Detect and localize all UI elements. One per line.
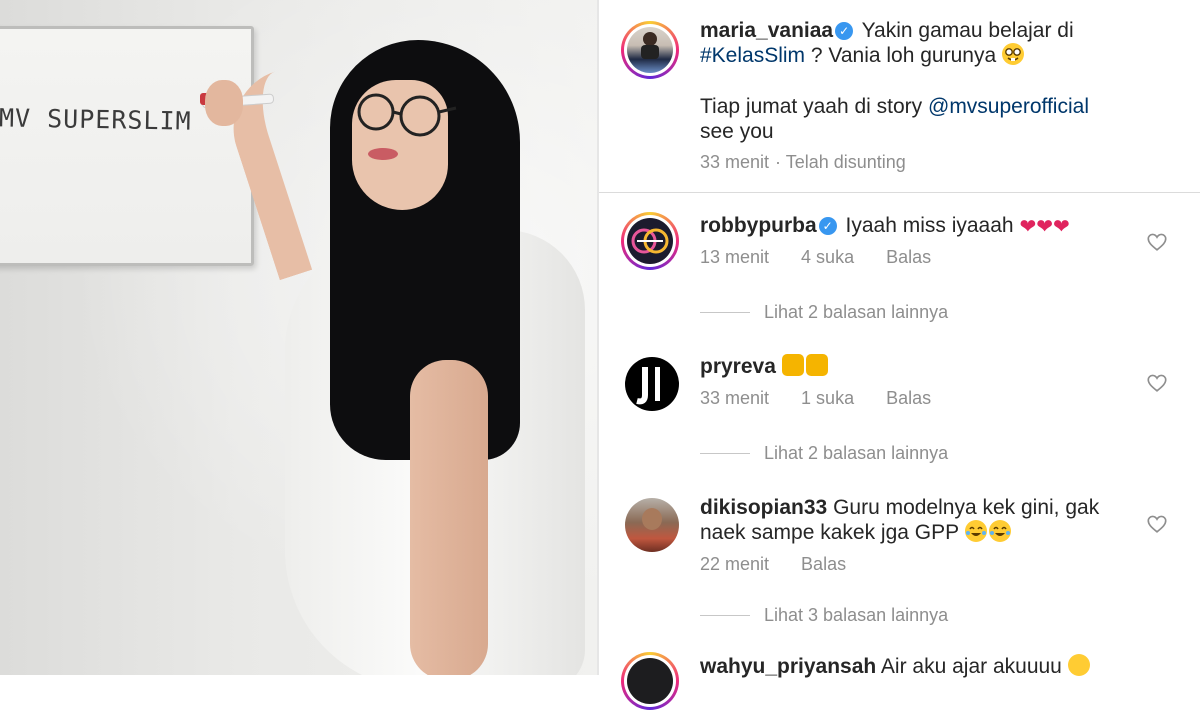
- comment-time[interactable]: 13 menit: [700, 247, 769, 268]
- comment-wahyu-priyansah: wahyu_priyansah Air aku ajar akuuuu: [700, 654, 1130, 679]
- pensive-face-emoji-icon: [1067, 654, 1090, 676]
- lower-arm: [410, 360, 488, 675]
- comment-text: Iyaah miss iyaaah: [845, 214, 1014, 237]
- verified-badge-icon: ✓: [818, 217, 837, 235]
- glasses: [357, 93, 457, 137]
- comment-likes[interactable]: 4 suka: [801, 247, 854, 268]
- replies-line: [700, 312, 750, 313]
- comment-meta: 22 menit Balas: [700, 554, 846, 575]
- replies-line: [700, 615, 750, 616]
- caption-text-3: Tiap jumat yaah di story: [700, 95, 923, 118]
- view-replies-label: Lihat 3 balasan lainnya: [764, 605, 949, 625]
- view-replies-button[interactable]: Lihat 2 balasan lainnya: [700, 443, 948, 464]
- comment-meta: 33 menit 1 suka Balas: [700, 388, 931, 409]
- red-heart-emoji-icon: ❤❤❤: [1019, 216, 1070, 238]
- comment-pryreva: pryreva: [700, 354, 1130, 379]
- comment-likes[interactable]: 1 suka: [801, 388, 854, 409]
- comment-avatar-wahyu-priyansah[interactable]: [621, 652, 679, 710]
- post-caption-2: Tiap jumat yaah di story @mvsuperofficia…: [700, 94, 1170, 144]
- hand: [205, 80, 243, 126]
- thumbs-up-emoji-icon: [805, 354, 828, 376]
- comment-time[interactable]: 33 menit: [700, 388, 769, 409]
- comment-meta: 13 menit 4 suka Balas: [700, 247, 931, 268]
- comment-username[interactable]: pryreva: [700, 355, 776, 378]
- comment-avatar-pryreva[interactable]: [625, 357, 679, 411]
- thumbs-up-emoji-icon: [781, 354, 804, 376]
- tears-of-joy-emoji-icon: [988, 520, 1011, 542]
- reply-button[interactable]: Balas: [886, 247, 931, 268]
- heart-outline-icon[interactable]: [1146, 231, 1168, 253]
- post-author-avatar[interactable]: [621, 21, 679, 79]
- caption-text-1: Yakin gamau belajar di: [861, 19, 1074, 42]
- hashtag-link[interactable]: #KelasSlim: [700, 44, 805, 67]
- view-replies-button[interactable]: Lihat 3 balasan lainnya: [700, 605, 948, 626]
- post-meta: 33 menit · Telah disunting: [700, 152, 906, 173]
- view-replies-label: Lihat 2 balasan lainnya: [764, 443, 949, 463]
- comment-avatar-robbypurba[interactable]: [621, 212, 679, 270]
- post-photo: MV SUPERSLIM: [0, 0, 597, 675]
- post-username[interactable]: maria_vaniaa: [700, 19, 833, 42]
- caption-separator: [599, 192, 1200, 193]
- view-replies-button[interactable]: Lihat 2 balasan lainnya: [700, 302, 948, 323]
- replies-line: [700, 453, 750, 454]
- post-edited-label: · Telah disunting: [775, 152, 906, 172]
- nerd-face-emoji-icon: [1001, 43, 1024, 65]
- whiteboard: MV SUPERSLIM: [0, 26, 254, 266]
- tears-of-joy-emoji-icon: [964, 520, 987, 542]
- mention-link[interactable]: @mvsuperofficial: [928, 95, 1089, 118]
- comment-username[interactable]: robbypurba: [700, 214, 817, 237]
- view-replies-label: Lihat 2 balasan lainnya: [764, 302, 949, 322]
- post-time[interactable]: 33 menit: [700, 152, 769, 173]
- caption-text-2: ? Vania loh gurunya: [810, 44, 997, 67]
- comment-text-line2: naek sampe kakek jga GPP: [700, 521, 959, 544]
- heart-outline-icon[interactable]: [1146, 372, 1168, 394]
- comment-robbypurba: robbypurba ✓ Iyaah miss iyaaah ❤❤❤: [700, 213, 1130, 238]
- comment-avatar-dikisopian33[interactable]: [625, 498, 679, 552]
- comment-dikisopian33: dikisopian33 Guru modelnya kek gini, gak…: [700, 495, 1130, 545]
- comment-text-line1: Guru modelnya kek gini, gak: [833, 496, 1100, 519]
- whiteboard-text: MV SUPERSLIM: [0, 103, 192, 136]
- caption-text-4: see you: [700, 120, 774, 143]
- reply-button[interactable]: Balas: [886, 388, 931, 409]
- comment-username[interactable]: dikisopian33: [700, 496, 827, 519]
- heart-outline-icon[interactable]: [1146, 513, 1168, 535]
- lips: [368, 148, 398, 160]
- comment-time[interactable]: 22 menit: [700, 554, 769, 575]
- post-caption: maria_vaniaa ✓ Yakin gamau belajar di #Ke…: [700, 18, 1170, 68]
- verified-badge-icon: ✓: [835, 22, 854, 40]
- reply-button[interactable]: Balas: [801, 554, 846, 575]
